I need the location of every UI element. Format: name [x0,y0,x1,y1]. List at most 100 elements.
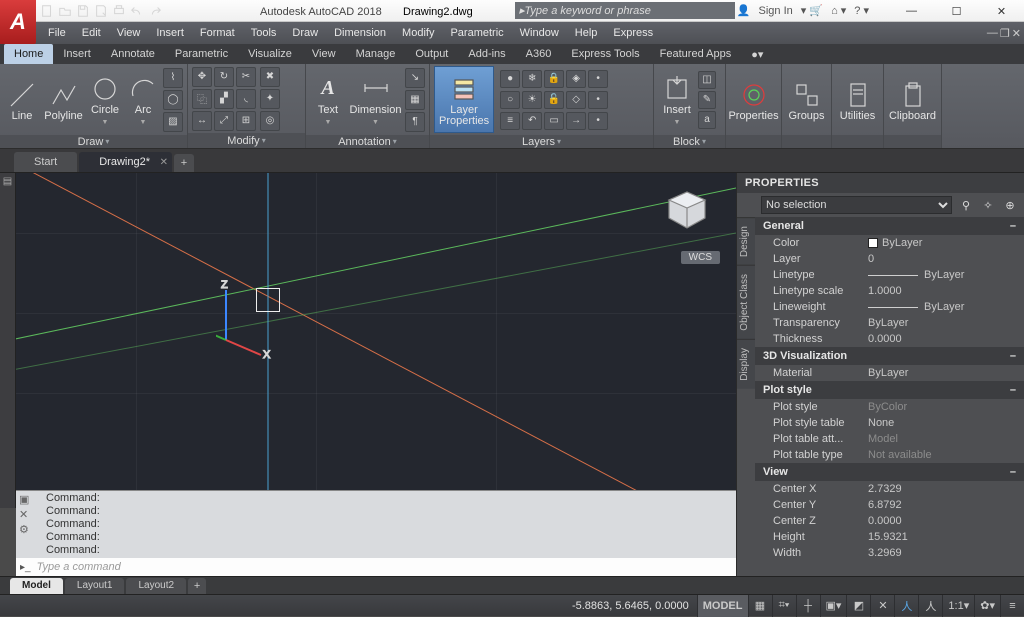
maximize-button[interactable]: ☐ [934,0,979,22]
grid-toggle-icon[interactable]: ▦ [748,595,772,617]
3dosnap-icon[interactable]: ✕ [870,595,894,617]
signin-label[interactable]: Sign In [759,5,793,17]
layer-iso-icon[interactable]: ◈ [566,70,586,88]
ribbon-tab-a360[interactable]: A360 [516,44,562,64]
modelspace-toggle[interactable]: MODEL [697,595,748,617]
mirror-icon[interactable]: ▞ [214,89,234,109]
leader-icon[interactable]: ↘ [405,68,425,88]
menu-dimension[interactable]: Dimension [326,22,394,44]
edit-block-icon[interactable]: ✎ [698,91,716,109]
text-button[interactable]: AText▼ [310,66,346,133]
ribbon-tab-output[interactable]: Output [405,44,458,64]
menu-edit[interactable]: Edit [74,22,109,44]
prop-row-plot-style[interactable]: Plot styleByColor [755,399,1024,415]
app-menu-button[interactable]: A [0,0,36,44]
insert-block-button[interactable]: Insert▼ [658,66,696,133]
panel-draw-label[interactable]: Draw [0,135,187,148]
selectobjects-icon[interactable]: ✧ [980,199,996,212]
layer-more2-icon[interactable]: • [588,91,608,109]
signin-icon[interactable]: 👤 [737,4,751,17]
prop-category-general[interactable]: General– [755,217,1024,235]
ribbon-tab-featured-apps[interactable]: Featured Apps [650,44,742,64]
customize-status-icon[interactable]: ≡ [1000,595,1024,617]
layer-more1-icon[interactable]: • [588,70,608,88]
ortho-toggle-icon[interactable]: ┼ [796,595,820,617]
layer-freeze-icon[interactable]: ❄ [522,70,542,88]
redo-icon[interactable] [146,2,164,20]
props-side-tab-display[interactable]: Display [737,339,755,389]
viewport-controls-bar[interactable]: ▤ [0,173,16,508]
mtext-icon[interactable]: ¶ [405,112,425,132]
layer-match-icon[interactable]: ≡ [500,112,520,130]
layer-on-icon[interactable]: ○ [500,91,520,109]
doc-tab-drawing2[interactable]: Drawing2*✕ [79,152,172,172]
view-cube[interactable] [663,188,711,232]
pickadd-icon[interactable]: ⊕ [1002,199,1018,212]
ribbon-tab-view[interactable]: View [302,44,346,64]
close-button[interactable]: ✕ [979,0,1024,22]
panel-annotation-label[interactable]: Annotation [306,135,429,148]
fillet-icon[interactable]: ◟ [236,89,256,109]
prop-row-center-y[interactable]: Center Y6.8792 [755,497,1024,513]
arc-button[interactable]: Arc▼ [125,66,161,133]
props-side-tab-object-class[interactable]: Object Class [737,265,755,339]
layer-state-icon[interactable]: ▭ [544,112,564,130]
menu-modify[interactable]: Modify [394,22,442,44]
cmd-opts-icon[interactable]: ⚙ [19,523,29,536]
tool-ellipse-icon[interactable]: ◯ [163,90,183,110]
prop-category-3d-visualization[interactable]: 3D Visualization– [755,347,1024,365]
prop-row-plot-table-type[interactable]: Plot table typeNot available [755,447,1024,463]
doc-restore[interactable]: ❐ [1000,27,1010,40]
prop-row-transparency[interactable]: TransparencyByLayer [755,315,1024,331]
layer-off-icon[interactable]: ● [500,70,520,88]
table-icon[interactable]: ▦ [405,90,425,110]
autodesk360-icon[interactable]: ⌂ ▾ [831,4,846,17]
layout-tab-add[interactable]: + [188,578,206,594]
erase-icon[interactable]: ✖ [260,67,280,87]
command-input[interactable]: ▸_ Type a command [16,558,736,576]
layer-properties-button[interactable]: Layer Properties [434,66,494,133]
scale-icon[interactable]: ⤢ [214,111,234,131]
exchange-icon[interactable]: ▾ 🛒 [801,4,823,17]
copy-icon[interactable]: ⿻ [192,89,212,109]
doc-close[interactable]: ✕ [1012,27,1021,40]
layer-prev-icon[interactable]: ↶ [522,112,542,130]
prop-category-view[interactable]: View– [755,463,1024,481]
osnap-toggle-icon[interactable]: ◩ [846,595,870,617]
selection-dropdown[interactable]: No selection [761,196,952,214]
groups-button[interactable]: Groups [786,66,827,133]
iso-draft-icon[interactable]: ▣▾ [820,595,847,617]
menu-express[interactable]: Express [605,22,661,44]
menu-view[interactable]: View [109,22,149,44]
menu-help[interactable]: Help [567,22,606,44]
doc-tab-add[interactable]: + [174,154,194,172]
ribbon-tab-add-ins[interactable]: Add-ins [458,44,515,64]
menu-file[interactable]: File [40,22,74,44]
minimize-button[interactable]: — [889,0,934,22]
ribbon-tab-annotate[interactable]: Annotate [101,44,165,64]
panel-block-label[interactable]: Block [654,135,725,148]
prop-row-height[interactable]: Height15.9321 [755,529,1024,545]
offset-icon[interactable]: ◎ [260,111,280,131]
doc-minimize[interactable]: — [987,27,998,40]
cmd-x-icon[interactable]: ✕ [19,508,29,521]
ribbon-tab-home[interactable]: Home [4,44,53,64]
annoscale-icon[interactable]: 人 [918,595,942,617]
prop-row-width[interactable]: Width3.2969 [755,545,1024,561]
create-block-icon[interactable]: ◫ [698,71,716,89]
layer-walk-icon[interactable]: → [566,112,586,130]
saveas-icon[interactable] [92,2,110,20]
doc-tab-start[interactable]: Start [14,152,77,172]
utilities-button[interactable]: Utilities [836,66,879,133]
menu-parametric[interactable]: Parametric [442,22,511,44]
layer-unlock-icon[interactable]: 🔓 [544,91,564,109]
prop-row-linetype-scale[interactable]: Linetype scale1.0000 [755,283,1024,299]
dynamic-input-icon[interactable]: 人 [894,595,918,617]
snap-toggle-icon[interactable]: ⌗▾ [772,595,796,617]
array-icon[interactable]: ⊞ [236,111,256,131]
props-side-tab-design[interactable]: Design [737,217,755,265]
ribbon-tab-parametric[interactable]: Parametric [165,44,238,64]
menu-window[interactable]: Window [512,22,567,44]
polyline-button[interactable]: Polyline [42,66,85,133]
ribbon-tab-manage[interactable]: Manage [346,44,406,64]
